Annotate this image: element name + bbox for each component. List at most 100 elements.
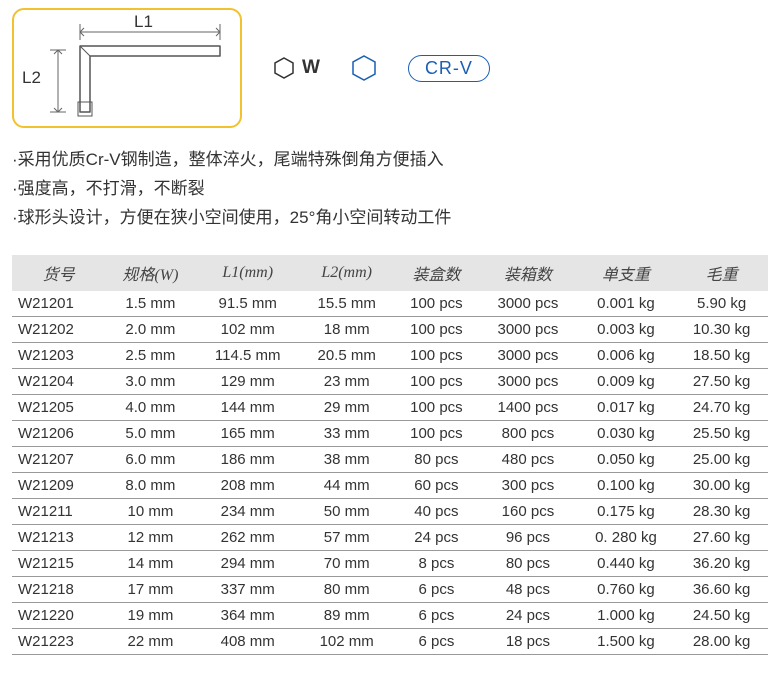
col-header: 装盒数 <box>394 255 480 291</box>
table-cell: 20.5 mm <box>300 342 394 368</box>
table-cell: W21203 <box>12 342 105 368</box>
table-cell: 4.0 mm <box>105 394 196 420</box>
table-cell: 3000 pcs <box>479 291 576 317</box>
table-cell: W21213 <box>12 524 105 550</box>
table-row: W2121514 mm294 mm70 mm8 pcs80 pcs0.440 k… <box>12 550 768 576</box>
table-cell: 80 pcs <box>394 446 480 472</box>
table-cell: 80 pcs <box>479 550 576 576</box>
table-row: W2121817 mm337 mm80 mm6 pcs48 pcs0.760 k… <box>12 576 768 602</box>
table-cell: 3000 pcs <box>479 316 576 342</box>
table-cell: 18 pcs <box>479 628 576 654</box>
table-cell: 48 pcs <box>479 576 576 602</box>
col-header: 装箱数 <box>479 255 576 291</box>
table-body: W212011.5 mm91.5 mm15.5 mm100 pcs3000 pc… <box>12 291 768 655</box>
table-cell: 294 mm <box>196 550 300 576</box>
table-cell: 27.50 kg <box>675 368 768 394</box>
table-cell: 10 mm <box>105 498 196 524</box>
table-cell: 17 mm <box>105 576 196 602</box>
table-cell: 29 mm <box>300 394 394 420</box>
table-cell: W21220 <box>12 602 105 628</box>
table-cell: 18 mm <box>300 316 394 342</box>
feature-bullets: 采用优质Cr-V钢制造，整体淬火，尾端特殊倒角方便插入 强度高，不打滑，不断裂 … <box>12 146 768 233</box>
bullet-item: 球形头设计，方便在狭小空间使用，25°角小空间转动工件 <box>12 204 768 233</box>
table-cell: 0.030 kg <box>577 420 676 446</box>
table-cell: 28.30 kg <box>675 498 768 524</box>
table-cell: 102 mm <box>300 628 394 654</box>
table-row: W2122019 mm364 mm89 mm6 pcs24 pcs1.000 k… <box>12 602 768 628</box>
table-cell: 1.5 mm <box>105 291 196 317</box>
table-cell: 24 pcs <box>479 602 576 628</box>
table-cell: 70 mm <box>300 550 394 576</box>
spec-table: 货号 规格(W) L1(mm) L2(mm) 装盒数 装箱数 单支重 毛重 W2… <box>12 255 768 655</box>
table-cell: W21209 <box>12 472 105 498</box>
table-cell: 0.006 kg <box>577 342 676 368</box>
table-row: W212043.0 mm129 mm23 mm100 pcs3000 pcs0.… <box>12 368 768 394</box>
table-cell: 1400 pcs <box>479 394 576 420</box>
table-cell: 3.0 mm <box>105 368 196 394</box>
table-cell: 129 mm <box>196 368 300 394</box>
table-cell: 100 pcs <box>394 316 480 342</box>
col-header: 单支重 <box>577 255 676 291</box>
table-cell: 100 pcs <box>394 368 480 394</box>
table-row: W212065.0 mm165 mm33 mm100 pcs800 pcs0.0… <box>12 420 768 446</box>
table-cell: 19 mm <box>105 602 196 628</box>
bullet-item: 强度高，不打滑，不断裂 <box>12 175 768 204</box>
table-row: W2121110 mm234 mm50 mm40 pcs160 pcs0.175… <box>12 498 768 524</box>
table-cell: 24.70 kg <box>675 394 768 420</box>
bullet-item: 采用优质Cr-V钢制造，整体淬火，尾端特殊倒角方便插入 <box>12 146 768 175</box>
table-cell: 33 mm <box>300 420 394 446</box>
table-cell: 24.50 kg <box>675 602 768 628</box>
table-cell: 27.60 kg <box>675 524 768 550</box>
table-cell: 0.050 kg <box>577 446 676 472</box>
table-cell: 6 pcs <box>394 576 480 602</box>
table-cell: 800 pcs <box>479 420 576 446</box>
wrench-diagram-svg <box>20 16 230 122</box>
table-cell: 160 pcs <box>479 498 576 524</box>
table-cell: 96 pcs <box>479 524 576 550</box>
table-cell: 234 mm <box>196 498 300 524</box>
col-header: 货号 <box>12 255 105 291</box>
table-cell: 0.440 kg <box>577 550 676 576</box>
table-cell: 0.001 kg <box>577 291 676 317</box>
table-cell: 80 mm <box>300 576 394 602</box>
table-cell: 36.60 kg <box>675 576 768 602</box>
table-cell: W21202 <box>12 316 105 342</box>
table-cell: W21207 <box>12 446 105 472</box>
col-header: L1(mm) <box>196 255 300 291</box>
table-cell: 0.009 kg <box>577 368 676 394</box>
table-cell: W21211 <box>12 498 105 524</box>
l2-label: L2 <box>22 68 41 88</box>
table-cell: 23 mm <box>300 368 394 394</box>
table-cell: 40 pcs <box>394 498 480 524</box>
table-cell: 100 pcs <box>394 394 480 420</box>
table-cell: 480 pcs <box>479 446 576 472</box>
table-cell: 18.50 kg <box>675 342 768 368</box>
hexagon-outline-icon <box>350 54 378 82</box>
table-cell: 6 pcs <box>394 628 480 654</box>
table-cell: 25.50 kg <box>675 420 768 446</box>
table-cell: 15.5 mm <box>300 291 394 317</box>
table-cell: 262 mm <box>196 524 300 550</box>
table-cell: 0.017 kg <box>577 394 676 420</box>
table-cell: 165 mm <box>196 420 300 446</box>
table-cell: 3000 pcs <box>479 368 576 394</box>
table-row: W212022.0 mm102 mm18 mm100 pcs3000 pcs0.… <box>12 316 768 342</box>
table-row: W212011.5 mm91.5 mm15.5 mm100 pcs3000 pc… <box>12 291 768 317</box>
table-cell: 100 pcs <box>394 420 480 446</box>
table-cell: 30.00 kg <box>675 472 768 498</box>
table-cell: 5.0 mm <box>105 420 196 446</box>
table-cell: 186 mm <box>196 446 300 472</box>
table-cell: 144 mm <box>196 394 300 420</box>
table-cell: 14 mm <box>105 550 196 576</box>
hexagon-icon <box>272 56 296 80</box>
table-cell: 300 pcs <box>479 472 576 498</box>
table-cell: 1.000 kg <box>577 602 676 628</box>
table-row: W2121312 mm262 mm57 mm24 pcs96 pcs0. 280… <box>12 524 768 550</box>
table-cell: 208 mm <box>196 472 300 498</box>
table-cell: 2.5 mm <box>105 342 196 368</box>
table-row: W212032.5 mm114.5 mm20.5 mm100 pcs3000 p… <box>12 342 768 368</box>
table-cell: 10.30 kg <box>675 316 768 342</box>
table-cell: 1.500 kg <box>577 628 676 654</box>
w-label: W <box>302 57 320 79</box>
table-cell: W21215 <box>12 550 105 576</box>
